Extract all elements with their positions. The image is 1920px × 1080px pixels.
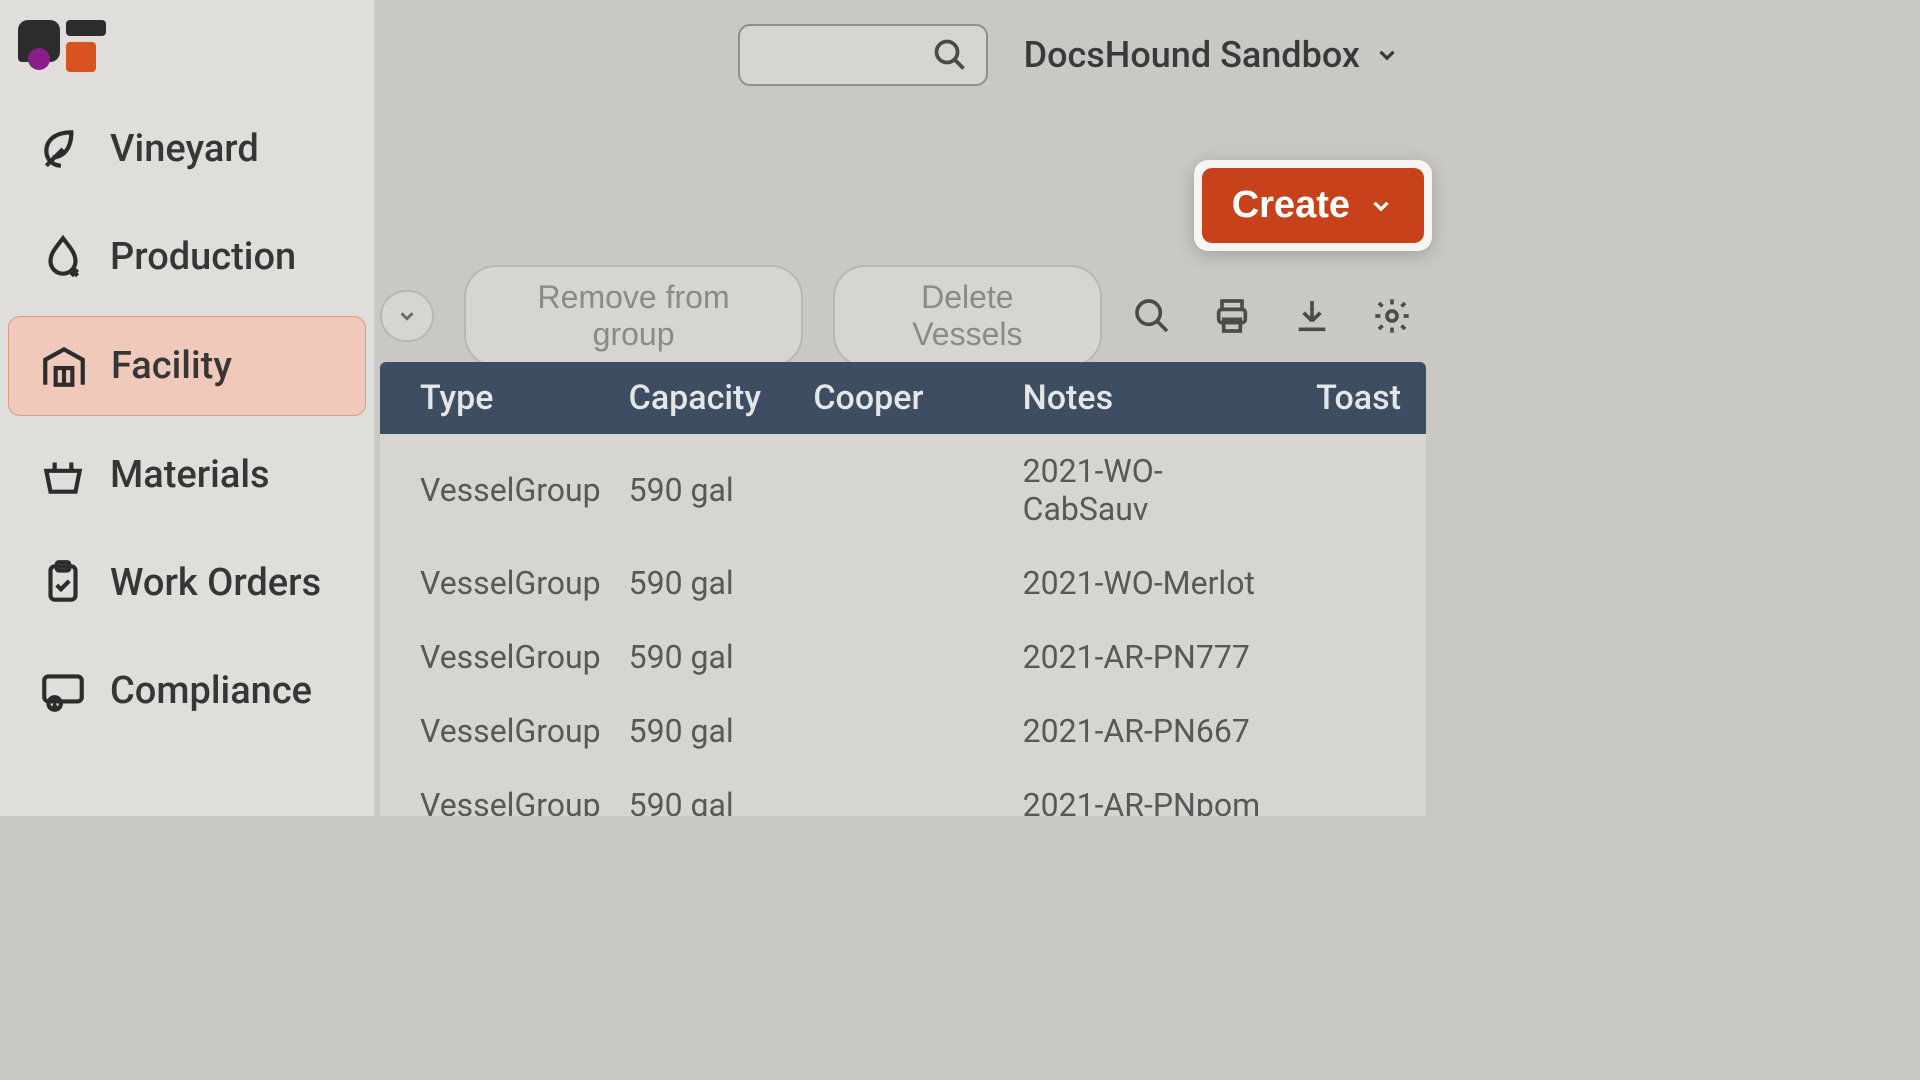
sidebar-item-label: Compliance xyxy=(110,669,312,713)
sidebar-item-label: Materials xyxy=(110,453,270,497)
vessels-table: Type Capacity Cooper Notes Toast VesselG… xyxy=(380,362,1426,816)
cell-notes: 2021-AR-PNpom xyxy=(1009,768,1302,816)
cell-cooper xyxy=(799,620,1008,694)
sidebar-item-compliance[interactable]: Compliance xyxy=(8,642,366,740)
cell-type: VesselGroup xyxy=(380,620,615,694)
cell-capacity: 590 gal xyxy=(615,434,800,546)
cell-cooper xyxy=(799,546,1008,620)
table-row[interactable]: VesselGroup590 gal 2021-WO-Merlot xyxy=(380,546,1426,620)
cell-notes: 2021-WO-CabSauv xyxy=(1009,434,1302,546)
table-row[interactable]: VesselGroup590 gal 2021-AR-PN777 xyxy=(380,620,1426,694)
sidebar-item-label: Work Orders xyxy=(110,561,321,605)
cell-toast xyxy=(1302,546,1426,620)
column-cooper[interactable]: Cooper xyxy=(799,362,1008,434)
column-type[interactable]: Type xyxy=(380,362,615,434)
search-icon[interactable] xyxy=(1132,296,1172,336)
cell-type: VesselGroup xyxy=(380,694,615,768)
clipboard-check-icon xyxy=(38,558,88,608)
certificate-icon xyxy=(38,666,88,716)
cell-toast xyxy=(1302,434,1426,546)
sidebar-item-work-orders[interactable]: Work Orders xyxy=(8,534,366,632)
cell-cooper xyxy=(799,694,1008,768)
chevron-down-icon xyxy=(1374,42,1400,68)
sidebar-item-facility[interactable]: Facility xyxy=(8,316,366,416)
remove-from-group-button[interactable]: Remove from group xyxy=(464,265,802,367)
cell-type: VesselGroup xyxy=(380,434,615,546)
cell-cooper xyxy=(799,434,1008,546)
cell-notes: 2021-AR-PN777 xyxy=(1009,620,1302,694)
droplet-icon xyxy=(38,232,88,282)
delete-vessels-button[interactable]: Delete Vessels xyxy=(833,265,1102,367)
chevron-down-icon xyxy=(1368,193,1394,219)
sidebar-item-label: Production xyxy=(110,235,296,279)
cell-notes: 2021-WO-Merlot xyxy=(1009,546,1302,620)
column-notes[interactable]: Notes xyxy=(1009,362,1302,434)
sidebar-item-production[interactable]: Production xyxy=(8,208,366,306)
search-icon xyxy=(932,37,968,73)
sidebar: Vineyard Production Facility Materials W… xyxy=(0,0,375,816)
basket-icon xyxy=(38,450,88,500)
cell-toast xyxy=(1302,694,1426,768)
sidebar-item-materials[interactable]: Materials xyxy=(8,426,366,524)
toolbar-icon-group xyxy=(1132,296,1426,336)
sidebar-item-label: Facility xyxy=(111,344,232,388)
cell-type: VesselGroup xyxy=(380,546,615,620)
create-button-highlight: Create xyxy=(1194,160,1432,251)
cell-capacity: 590 gal xyxy=(615,546,800,620)
chevron-down-icon xyxy=(396,305,418,327)
sidebar-item-label: Vineyard xyxy=(110,127,259,171)
cell-toast xyxy=(1302,620,1426,694)
logo-mark-icon xyxy=(18,20,60,62)
table-toolbar: Remove from group Delete Vessels xyxy=(380,280,1426,352)
cell-capacity: 590 gal xyxy=(615,620,800,694)
table-row[interactable]: VesselGroup590 gal 2021-WO-CabSauv xyxy=(380,434,1426,546)
column-capacity[interactable]: Capacity xyxy=(615,362,800,434)
topbar: DocsHound Sandbox xyxy=(375,0,1456,110)
create-button[interactable]: Create xyxy=(1202,168,1424,243)
column-toast[interactable]: Toast xyxy=(1302,362,1426,434)
cell-cooper xyxy=(799,768,1008,816)
gear-icon[interactable] xyxy=(1372,296,1412,336)
cell-capacity: 590 gal xyxy=(615,694,800,768)
cell-notes: 2021-AR-PN667 xyxy=(1009,694,1302,768)
cell-capacity: 590 gal xyxy=(615,768,800,816)
table-row[interactable]: VesselGroup590 gal 2021-AR-PN667 xyxy=(380,694,1426,768)
filter-dropdown[interactable] xyxy=(380,290,434,342)
app-logo xyxy=(18,20,374,72)
download-icon[interactable] xyxy=(1292,296,1332,336)
table-row[interactable]: VesselGroup590 gal 2021-AR-PNpom xyxy=(380,768,1426,816)
org-selector[interactable]: DocsHound Sandbox xyxy=(1024,34,1400,76)
cell-type: VesselGroup xyxy=(380,768,615,816)
table-header-row: Type Capacity Cooper Notes Toast xyxy=(380,362,1426,434)
warehouse-icon xyxy=(39,341,89,391)
org-label: DocsHound Sandbox xyxy=(1024,34,1360,76)
create-button-label: Create xyxy=(1232,184,1350,227)
leaf-icon xyxy=(38,124,88,174)
print-icon[interactable] xyxy=(1212,296,1252,336)
cell-toast xyxy=(1302,768,1426,816)
search-input[interactable] xyxy=(738,24,988,86)
logo-mark-icon xyxy=(66,20,106,72)
sidebar-item-vineyard[interactable]: Vineyard xyxy=(8,100,366,198)
